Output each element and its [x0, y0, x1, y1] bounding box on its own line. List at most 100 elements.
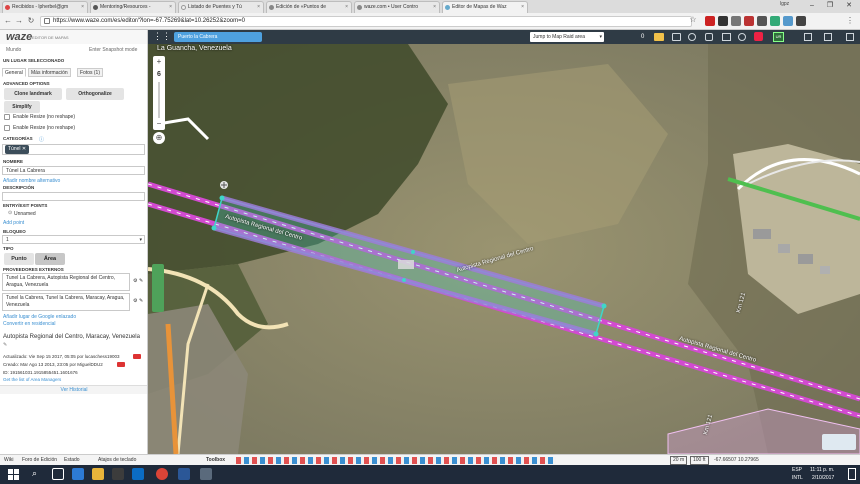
orthogonalize-button[interactable]: Orthogonalize	[66, 88, 124, 100]
close-tab-icon[interactable]: ×	[81, 2, 84, 12]
history-button[interactable]: Ver Historial	[0, 385, 147, 394]
maximize-icon[interactable]: ❐	[824, 0, 836, 12]
alt-name-link[interactable]: Añadir nombre alternativo	[3, 178, 60, 184]
geolocate-icon[interactable]: ⊕	[153, 132, 165, 144]
name-input[interactable]: Túnel La Cabrera	[2, 166, 145, 175]
settings-icon[interactable]: ⚙	[133, 278, 137, 284]
extension-icon[interactable]	[770, 16, 780, 26]
forum-link[interactable]: Foro de Edición	[22, 455, 57, 465]
grid-menu-icon[interactable]: ⋮⋮	[153, 32, 171, 41]
link-icon[interactable]: ✎	[139, 298, 143, 304]
convert-residential-link[interactable]: Convertir en residencial	[3, 321, 56, 327]
wiki-link[interactable]: Wiki	[4, 455, 13, 465]
tab-usercontrol[interactable]: waze.com • User Contro ×	[354, 1, 440, 13]
entry-point-name[interactable]: Unnamed	[14, 211, 36, 217]
area-vertex[interactable]	[219, 195, 225, 201]
close-tab-icon[interactable]: ×	[257, 2, 260, 12]
profile-name[interactable]: lgpz	[780, 1, 789, 7]
area-vertex[interactable]	[601, 303, 607, 309]
type-point-button[interactable]: Punto	[4, 253, 34, 265]
app-icon[interactable]	[200, 468, 212, 480]
description-input[interactable]	[2, 192, 145, 201]
tab-general[interactable]: General	[2, 68, 26, 77]
camera-icon[interactable]	[672, 33, 681, 41]
extension-icon[interactable]	[705, 16, 715, 26]
street-view-tools[interactable]	[152, 264, 164, 312]
area-vertex[interactable]	[211, 225, 217, 231]
settings-icon[interactable]	[846, 33, 854, 41]
jump-select[interactable]: Jump to Map Raid area ▾	[530, 32, 604, 42]
remove-icon[interactable]: ✕	[22, 146, 26, 152]
type-area-button[interactable]: Área	[35, 253, 65, 265]
tab-edicion[interactable]: Edición de «Puntos de ×	[266, 1, 352, 13]
close-tab-icon[interactable]: ×	[345, 2, 348, 12]
menu-icon[interactable]: ⋮	[845, 16, 855, 26]
help-icon[interactable]: ⓘ	[39, 136, 44, 143]
area-managers-link[interactable]: Get the list of Area Managers	[3, 377, 61, 382]
tab-editor[interactable]: Editor de Mapas de Waz ×	[442, 1, 528, 13]
save-badge-icon[interactable]: UR	[773, 32, 784, 42]
toolbox-icons[interactable]	[236, 457, 556, 464]
map-canvas[interactable]: La Guancha, Venezuela Autopista Regional…	[148, 44, 860, 454]
settings-icon[interactable]: ⚙	[133, 298, 137, 304]
minimize-icon[interactable]: –	[806, 0, 818, 12]
close-tab-icon[interactable]: ×	[521, 2, 524, 12]
pin-icon[interactable]	[705, 33, 713, 41]
extension-icon[interactable]	[757, 16, 767, 26]
tab-gmail[interactable]: Recibidos - lpherbel@gm ×	[2, 1, 88, 13]
extension-icon[interactable]	[718, 16, 728, 26]
edit-pencil-icon[interactable]: ✎	[3, 342, 7, 348]
category-chip[interactable]: Túnel ✕	[5, 145, 30, 154]
chrome-icon[interactable]	[156, 468, 168, 480]
zoom-slider[interactable]	[158, 82, 165, 118]
tunnel-place-marker[interactable]	[398, 260, 414, 269]
minimap-toggle-icon[interactable]	[822, 434, 856, 450]
road-icon[interactable]	[722, 33, 731, 41]
add-google-link[interactable]: Añadir lugar de Google enlazado	[3, 314, 76, 320]
forward-icon[interactable]: →	[14, 16, 24, 26]
extension-icon[interactable]	[744, 16, 754, 26]
close-tab-icon[interactable]: ×	[169, 2, 172, 12]
extension-icon[interactable]	[796, 16, 806, 26]
extension-icon[interactable]	[783, 16, 793, 26]
tab-photos[interactable]: Fotos (1)	[77, 68, 104, 77]
provider-field-1[interactable]: Tunel La Cabrera, Autopista Regional del…	[2, 273, 130, 291]
area-midpoint[interactable]	[411, 250, 415, 254]
layers-icon[interactable]	[804, 33, 812, 41]
zoom-out-icon[interactable]: −	[153, 118, 165, 130]
close-window-icon[interactable]: ✕	[843, 0, 855, 12]
notifications-icon[interactable]	[848, 468, 856, 480]
language-indicator[interactable]: ESP	[792, 467, 802, 473]
enable-resize-checkbox-2[interactable]	[4, 125, 10, 131]
tab-mentoring[interactable]: Mentoring/Resources - ×	[90, 1, 176, 13]
store-icon[interactable]	[112, 468, 124, 480]
zoom-in-icon[interactable]: +	[153, 56, 165, 68]
close-tab-icon[interactable]: ×	[433, 2, 436, 12]
marker-icon[interactable]	[688, 33, 696, 41]
extension-icon[interactable]	[731, 16, 741, 26]
shortcuts-link[interactable]: Atajos de teclado	[98, 455, 136, 465]
add-point-link[interactable]: Add point	[3, 220, 24, 226]
area-vertex[interactable]	[593, 331, 599, 337]
alert-icon[interactable]	[754, 32, 763, 41]
reload-icon[interactable]: ↻	[26, 16, 36, 26]
status-link[interactable]: Estado	[64, 455, 80, 465]
bookmark-star-icon[interactable]: ☆	[688, 15, 698, 25]
task-view-icon[interactable]	[52, 468, 64, 480]
link-icon[interactable]: ✎	[139, 278, 143, 284]
back-icon[interactable]: ←	[3, 16, 13, 26]
toolbox-label[interactable]: Toolbox	[206, 455, 225, 465]
area-midpoint[interactable]	[402, 278, 406, 282]
word-icon[interactable]	[178, 468, 190, 480]
file-explorer-icon[interactable]	[92, 468, 104, 480]
tab-listado[interactable]: Listado de Puentes y Tú ×	[178, 1, 264, 13]
edge-icon[interactable]	[72, 468, 84, 480]
provider-field-2[interactable]: Tunel la Cabrera, Tunel la Cabrera, Mara…	[2, 293, 130, 311]
windows-start-icon[interactable]	[8, 469, 19, 480]
trash-icon[interactable]	[824, 33, 832, 41]
search-icon[interactable]: ⌕	[32, 468, 37, 479]
mail-icon[interactable]	[132, 468, 144, 480]
clone-landmark-button[interactable]: Clone landmark	[4, 88, 62, 100]
lock-select[interactable]: 1 ▾	[2, 235, 145, 244]
location-chip[interactable]: Puerto la Cabrera	[174, 32, 262, 42]
